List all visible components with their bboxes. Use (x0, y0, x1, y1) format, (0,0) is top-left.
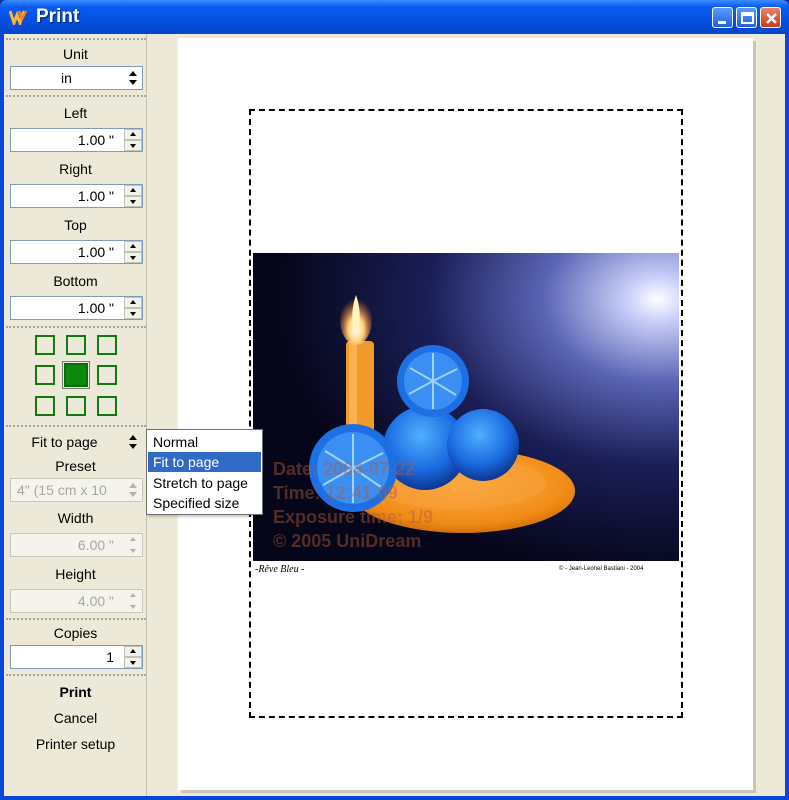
spin-down-icon[interactable] (124, 308, 142, 319)
preset-select[interactable]: 4" (15 cm x 10 (10, 478, 143, 502)
left-margin-value: 1.00 " (77, 132, 114, 148)
right-margin-label: Right (59, 161, 92, 177)
unit-label: Unit (63, 46, 88, 62)
spin-up-icon[interactable] (124, 297, 142, 308)
scaling-option-normal[interactable]: Normal (148, 432, 261, 452)
scaling-option-fit-to-page[interactable]: Fit to page (148, 452, 261, 472)
unit-select[interactable]: in (10, 66, 143, 90)
app-icon (9, 10, 28, 25)
minimize-button[interactable] (712, 7, 733, 28)
right-margin-spinner[interactable] (124, 185, 142, 207)
left-margin-spinner[interactable] (124, 129, 142, 151)
position-grid (35, 335, 119, 419)
photo-date: Date: 2004-07-22 (273, 459, 415, 479)
print-button[interactable]: Print (4, 684, 147, 700)
position-top-left[interactable] (35, 335, 55, 355)
spin-up-icon[interactable] (124, 590, 142, 601)
spin-down-icon[interactable] (124, 601, 142, 612)
copies-label: Copies (53, 625, 98, 641)
spin-down-icon[interactable] (124, 657, 142, 668)
photo-credit: © - Jean-Leonel Bastiani - 2004 (559, 565, 644, 572)
printer-setup-button[interactable]: Printer setup (4, 736, 147, 752)
position-center[interactable] (62, 361, 90, 389)
top-margin-spinner[interactable] (124, 241, 142, 263)
separator (6, 38, 146, 40)
close-button[interactable] (760, 7, 781, 28)
photo-time: Time: 12:41:09 (273, 483, 398, 503)
spin-down-icon[interactable] (124, 252, 142, 263)
height-spinner[interactable] (124, 590, 142, 612)
spin-down-icon[interactable] (124, 545, 142, 556)
position-middle-left[interactable] (35, 365, 55, 385)
photo-signature: -Rêve Bleu - (255, 564, 304, 575)
scaling-value: Fit to page (31, 434, 98, 450)
top-margin-field[interactable]: 1.00 " (10, 240, 143, 264)
separator (6, 95, 146, 97)
separator (6, 618, 146, 620)
position-bottom-left[interactable] (35, 396, 55, 416)
maximize-button[interactable] (736, 7, 757, 28)
spin-up-icon[interactable] (124, 241, 142, 252)
select-arrows-icon (129, 435, 137, 449)
separator (6, 326, 146, 328)
position-top-right[interactable] (97, 335, 117, 355)
position-middle-right[interactable] (97, 365, 117, 385)
bottom-margin-value: 1.00 " (77, 300, 114, 316)
width-spinner[interactable] (124, 534, 142, 556)
width-value: 6.00 " (77, 537, 114, 553)
height-value: 4.00 " (77, 593, 114, 609)
right-margin-value: 1.00 " (77, 188, 114, 204)
top-margin-label: Top (64, 217, 87, 233)
separator (6, 674, 146, 676)
select-arrows-icon (129, 483, 137, 497)
left-margin-field[interactable]: 1.00 " (10, 128, 143, 152)
bottom-margin-spinner[interactable] (124, 297, 142, 319)
spin-up-icon[interactable] (124, 129, 142, 140)
photo-copyright: © 2005 UniDream (273, 531, 421, 551)
cancel-button[interactable]: Cancel (4, 710, 147, 726)
scaling-select[interactable]: Fit to page (10, 430, 143, 454)
spin-up-icon[interactable] (124, 534, 142, 545)
width-label: Width (57, 510, 94, 526)
bottom-margin-field[interactable]: 1.00 " (10, 296, 143, 320)
position-top-center[interactable] (66, 335, 86, 355)
preset-value: 4" (15 cm x 10 (17, 482, 107, 498)
select-arrows-icon (129, 71, 137, 85)
spin-down-icon[interactable] (124, 196, 142, 207)
minimize-icon (718, 21, 726, 24)
height-field[interactable]: 4.00 " (10, 589, 143, 613)
scaling-dropdown-list: Normal Fit to page Stretch to page Speci… (146, 429, 263, 515)
bottom-margin-label: Bottom (53, 273, 98, 289)
preset-label: Preset (55, 458, 96, 474)
scaling-option-stretch-to-page[interactable]: Stretch to page (148, 473, 261, 493)
maximize-icon (741, 12, 754, 24)
position-bottom-right[interactable] (97, 396, 117, 416)
copies-spinner[interactable] (124, 646, 142, 668)
photo-preview: Date: 2004-07-22 Time: 12:41:09 Exposure… (253, 253, 679, 576)
scaling-option-specified-size[interactable]: Specified size (148, 493, 261, 513)
unit-value: in (61, 70, 72, 86)
right-margin-field[interactable]: 1.00 " (10, 184, 143, 208)
position-bottom-center[interactable] (66, 396, 86, 416)
close-icon (766, 13, 777, 24)
separator (6, 425, 146, 427)
spin-up-icon[interactable] (124, 646, 142, 657)
height-label: Height (55, 566, 96, 582)
photo-exposure: Exposure time: 1/9 (273, 507, 433, 527)
copies-value: 1 (106, 649, 114, 665)
spin-down-icon[interactable] (124, 140, 142, 151)
print-window: Print Unit in Left 1.00 " Right 1.00 " T… (0, 0, 789, 800)
spin-up-icon[interactable] (124, 185, 142, 196)
title-bar[interactable]: Print (0, 0, 789, 34)
copies-field[interactable]: 1 (10, 645, 143, 669)
left-margin-label: Left (63, 105, 88, 121)
top-margin-value: 1.00 " (77, 244, 114, 260)
window-title: Print (36, 6, 80, 27)
width-field[interactable]: 6.00 " (10, 533, 143, 557)
